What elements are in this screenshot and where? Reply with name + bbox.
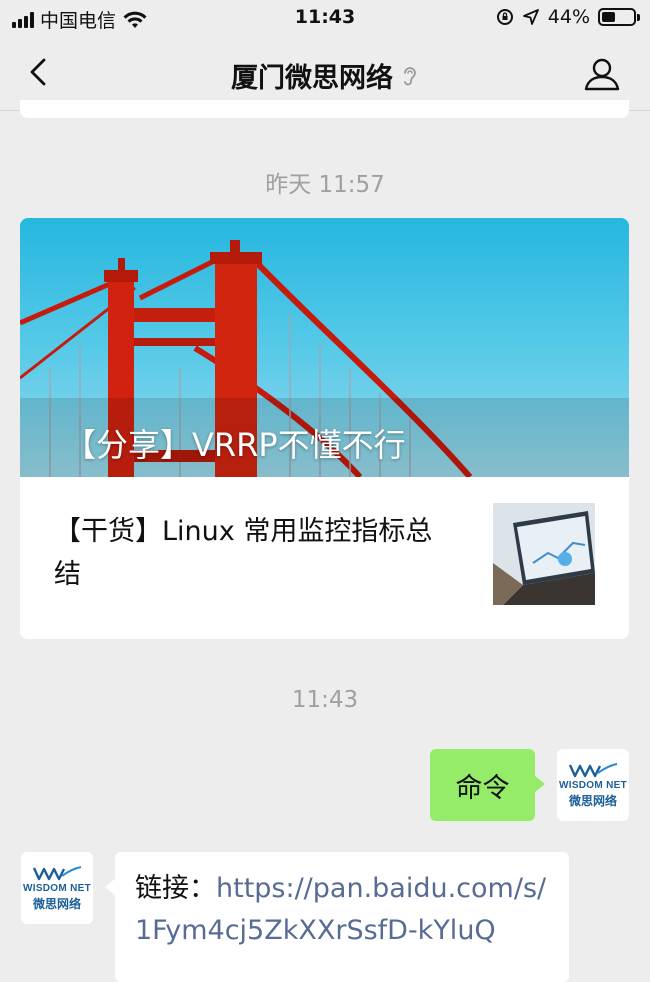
my-avatar[interactable]: WISDOM NET 微思网络 — [557, 749, 629, 821]
timestamp-today: 11:43 — [291, 687, 359, 713]
received-message-bubble[interactable]: 链接：https://pan.baidu.com/s/1Fym4cj5ZkXXr… — [105, 852, 569, 982]
status-bar: 中国电信 11:43 44% — [0, 0, 650, 36]
article-card[interactable]: 【分享】VRRP不懂不行 【干货】Linux 常用监控指标总结 — [20, 218, 629, 639]
status-right: 44% — [496, 6, 640, 28]
location-icon — [522, 9, 539, 25]
battery-icon — [598, 8, 640, 26]
article-main-title[interactable]: 【分享】VRRP不懂不行 — [64, 420, 406, 466]
wisdom-net-logo-icon — [32, 866, 82, 881]
person-icon[interactable] — [582, 54, 622, 94]
timestamp-yesterday: 昨天 11:57 — [265, 172, 385, 198]
sent-message-bubble[interactable]: 命令 — [430, 749, 545, 821]
article-sub-thumbnail[interactable] — [493, 503, 595, 605]
avatar-brand-en: WISDOM NET — [23, 883, 91, 894]
avatar-brand-cn: 微思网络 — [568, 794, 617, 808]
avatar-brand-cn: 微思网络 — [32, 897, 81, 911]
chat-title: 厦门微思网络 — [0, 56, 650, 95]
article-sub-title[interactable]: 【干货】Linux 常用监控指标总结 — [54, 510, 454, 596]
sender-avatar[interactable]: WISDOM NET 微思网络 — [21, 852, 93, 924]
sent-message-text: 命令 — [455, 772, 510, 804]
wisdom-net-logo-icon — [568, 763, 618, 778]
laptop-image — [493, 503, 595, 605]
article-banner[interactable]: 【分享】VRRP不懂不行 — [20, 218, 629, 477]
ear-icon — [404, 66, 416, 85]
previous-card-bottom[interactable] — [20, 100, 629, 118]
battery-percent: 44% — [547, 6, 590, 28]
avatar-brand-en: WISDOM NET — [559, 780, 627, 791]
chat-title-text: 厦门微思网络 — [231, 63, 393, 94]
orientation-lock-icon — [496, 9, 513, 25]
received-message-prefix: 链接： — [135, 873, 216, 904]
